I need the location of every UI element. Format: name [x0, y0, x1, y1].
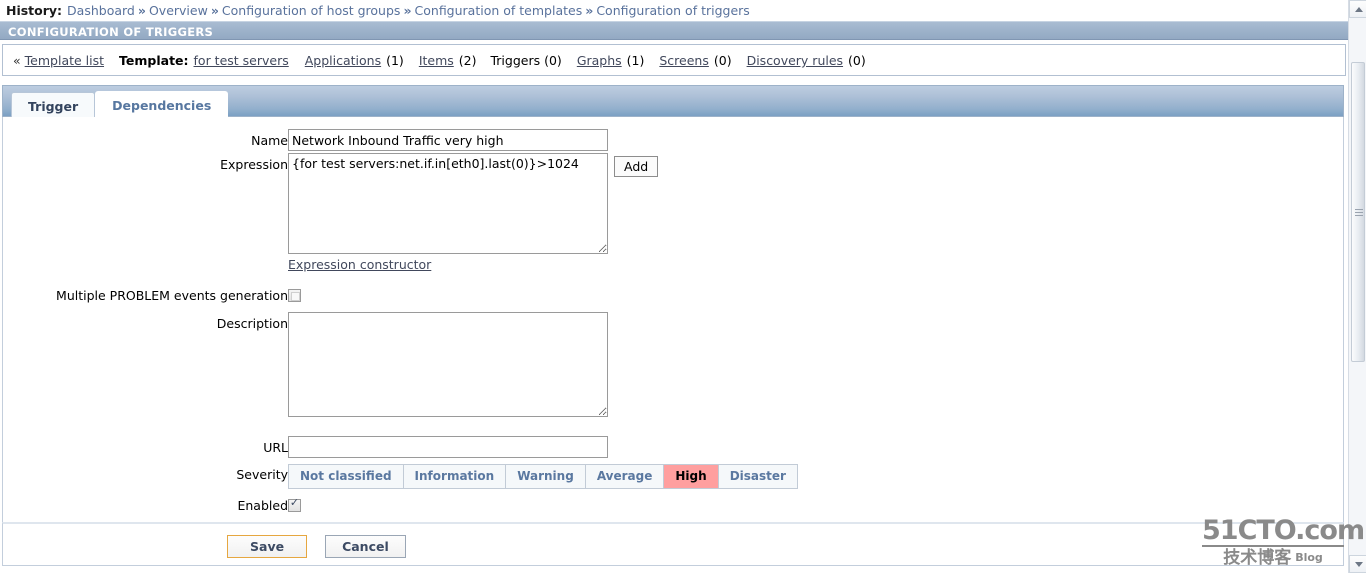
form-row-multiple-problem: Multiple PROBLEM events generation — [3, 284, 798, 312]
expression-constructor-link[interactable]: Expression constructor — [288, 257, 431, 272]
nav-count-graphs: (1) — [626, 53, 645, 68]
severity-option-warning[interactable]: Warning — [506, 465, 586, 488]
tab-trigger[interactable]: Trigger — [11, 92, 96, 119]
form-row-description: Description — [3, 312, 798, 436]
severity-label: Severity — [236, 467, 288, 482]
name-label: Name — [251, 133, 288, 148]
severity-option-high[interactable]: High — [664, 465, 719, 488]
watermark-site: 51CTO.com — [1202, 515, 1365, 547]
url-input[interactable] — [288, 436, 608, 458]
nav-link-discovery-rules[interactable]: Discovery rules — [746, 53, 844, 68]
page-root: History: Dashboard» Overview» Configuratio… — [0, 0, 1366, 573]
form-row-expression-constructor: Expression constructor — [3, 257, 798, 284]
breadcrumb-label: History: — [6, 3, 63, 18]
watermark: 51CTO.com 技术博客 Blog — [1202, 515, 1365, 569]
vertical-scrollbar[interactable] — [1348, 0, 1366, 573]
nav-count-triggers: (0) — [544, 53, 562, 68]
nav-template-name[interactable]: for test servers — [193, 53, 290, 68]
nav-link-applications[interactable]: Applications — [304, 53, 382, 68]
breadcrumb-item-host-groups[interactable]: Configuration of host groups — [221, 3, 402, 18]
back-chevron-icon: « — [13, 53, 21, 68]
severity-option-not-classified[interactable]: Not classified — [289, 465, 404, 488]
breadcrumb-separator: » — [137, 3, 146, 18]
add-button[interactable]: Add — [614, 156, 659, 177]
form-row-url: URL — [3, 436, 798, 463]
enabled-label: Enabled — [237, 498, 288, 513]
description-textarea[interactable] — [288, 312, 608, 417]
form-row-name: Name — [3, 129, 798, 153]
expression-textarea[interactable] — [288, 153, 608, 254]
form-row-expression: Expression Add — [3, 153, 798, 257]
scroll-up-button[interactable] — [1349, 0, 1366, 18]
nav-template-label: Template: — [119, 53, 189, 68]
breadcrumb-separator: » — [403, 3, 412, 18]
breadcrumb-item-overview[interactable]: Overview — [148, 3, 209, 18]
scrollbar-thumb[interactable] — [1351, 62, 1365, 362]
breadcrumb-items: Dashboard» Overview» Configuration of host… — [66, 3, 751, 18]
tab-bar: Trigger Dependencies — [2, 85, 1344, 119]
enabled-checkbox[interactable] — [288, 497, 301, 512]
name-input[interactable] — [288, 129, 608, 151]
nav-template-list[interactable]: Template list — [24, 53, 105, 68]
breadcrumb-separator: » — [585, 3, 594, 18]
template-nav: «Template list Template: for test servers… — [2, 44, 1346, 76]
nav-count-screens: (0) — [713, 53, 732, 68]
nav-link-screens[interactable]: Screens — [658, 53, 710, 68]
scrollbar-grip-icon — [1355, 209, 1363, 216]
trigger-form-table: Name Expression Add Expression construct… — [3, 129, 798, 518]
tab-dependencies[interactable]: Dependencies — [95, 91, 229, 118]
multiple-problem-checkbox[interactable] — [288, 289, 301, 302]
page-title: CONFIGURATION OF TRIGGERS — [0, 21, 1348, 40]
save-button[interactable]: Save — [227, 535, 308, 558]
nav-link-graphs[interactable]: Graphs — [576, 53, 623, 68]
chevron-up-icon — [1355, 7, 1363, 12]
nav-count-applications: (1) — [386, 53, 404, 68]
breadcrumb-item-templates[interactable]: Configuration of templates — [414, 3, 584, 18]
watermark-blog: Blog — [1295, 551, 1323, 564]
chevron-down-icon — [1355, 562, 1363, 567]
cancel-button[interactable]: Cancel — [325, 535, 406, 558]
severity-option-disaster[interactable]: Disaster — [718, 465, 797, 488]
form-row-severity: Severity Not classified Information Warnin… — [3, 463, 798, 494]
severity-selector: Not classified Information Warning Average H… — [288, 464, 798, 489]
nav-link-triggers: Triggers — [490, 53, 541, 68]
multiple-problem-label: Multiple PROBLEM events generation — [56, 288, 288, 303]
nav-count-items: (2) — [458, 53, 477, 68]
scroll-down-button[interactable] — [1349, 555, 1366, 573]
description-label: Description — [216, 316, 288, 331]
trigger-form: Name Expression Add Expression construct… — [2, 117, 1344, 522]
nav-link-items[interactable]: Items — [418, 53, 455, 68]
expression-label: Expression — [220, 157, 288, 172]
breadcrumb-item-dashboard[interactable]: Dashboard — [66, 3, 136, 18]
url-label: URL — [263, 440, 288, 455]
watermark-subtitle: 技术博客 — [1223, 548, 1292, 568]
breadcrumb-separator: » — [210, 3, 219, 18]
severity-option-average[interactable]: Average — [585, 465, 665, 488]
severity-option-information[interactable]: Information — [403, 465, 507, 488]
breadcrumb: History: Dashboard» Overview» Configuratio… — [0, 0, 1348, 20]
nav-count-discovery-rules: (0) — [848, 53, 866, 68]
form-row-enabled: Enabled — [3, 494, 798, 518]
breadcrumb-item-triggers[interactable]: Configuration of triggers — [595, 3, 751, 18]
form-footer: Save Cancel — [2, 522, 1344, 566]
